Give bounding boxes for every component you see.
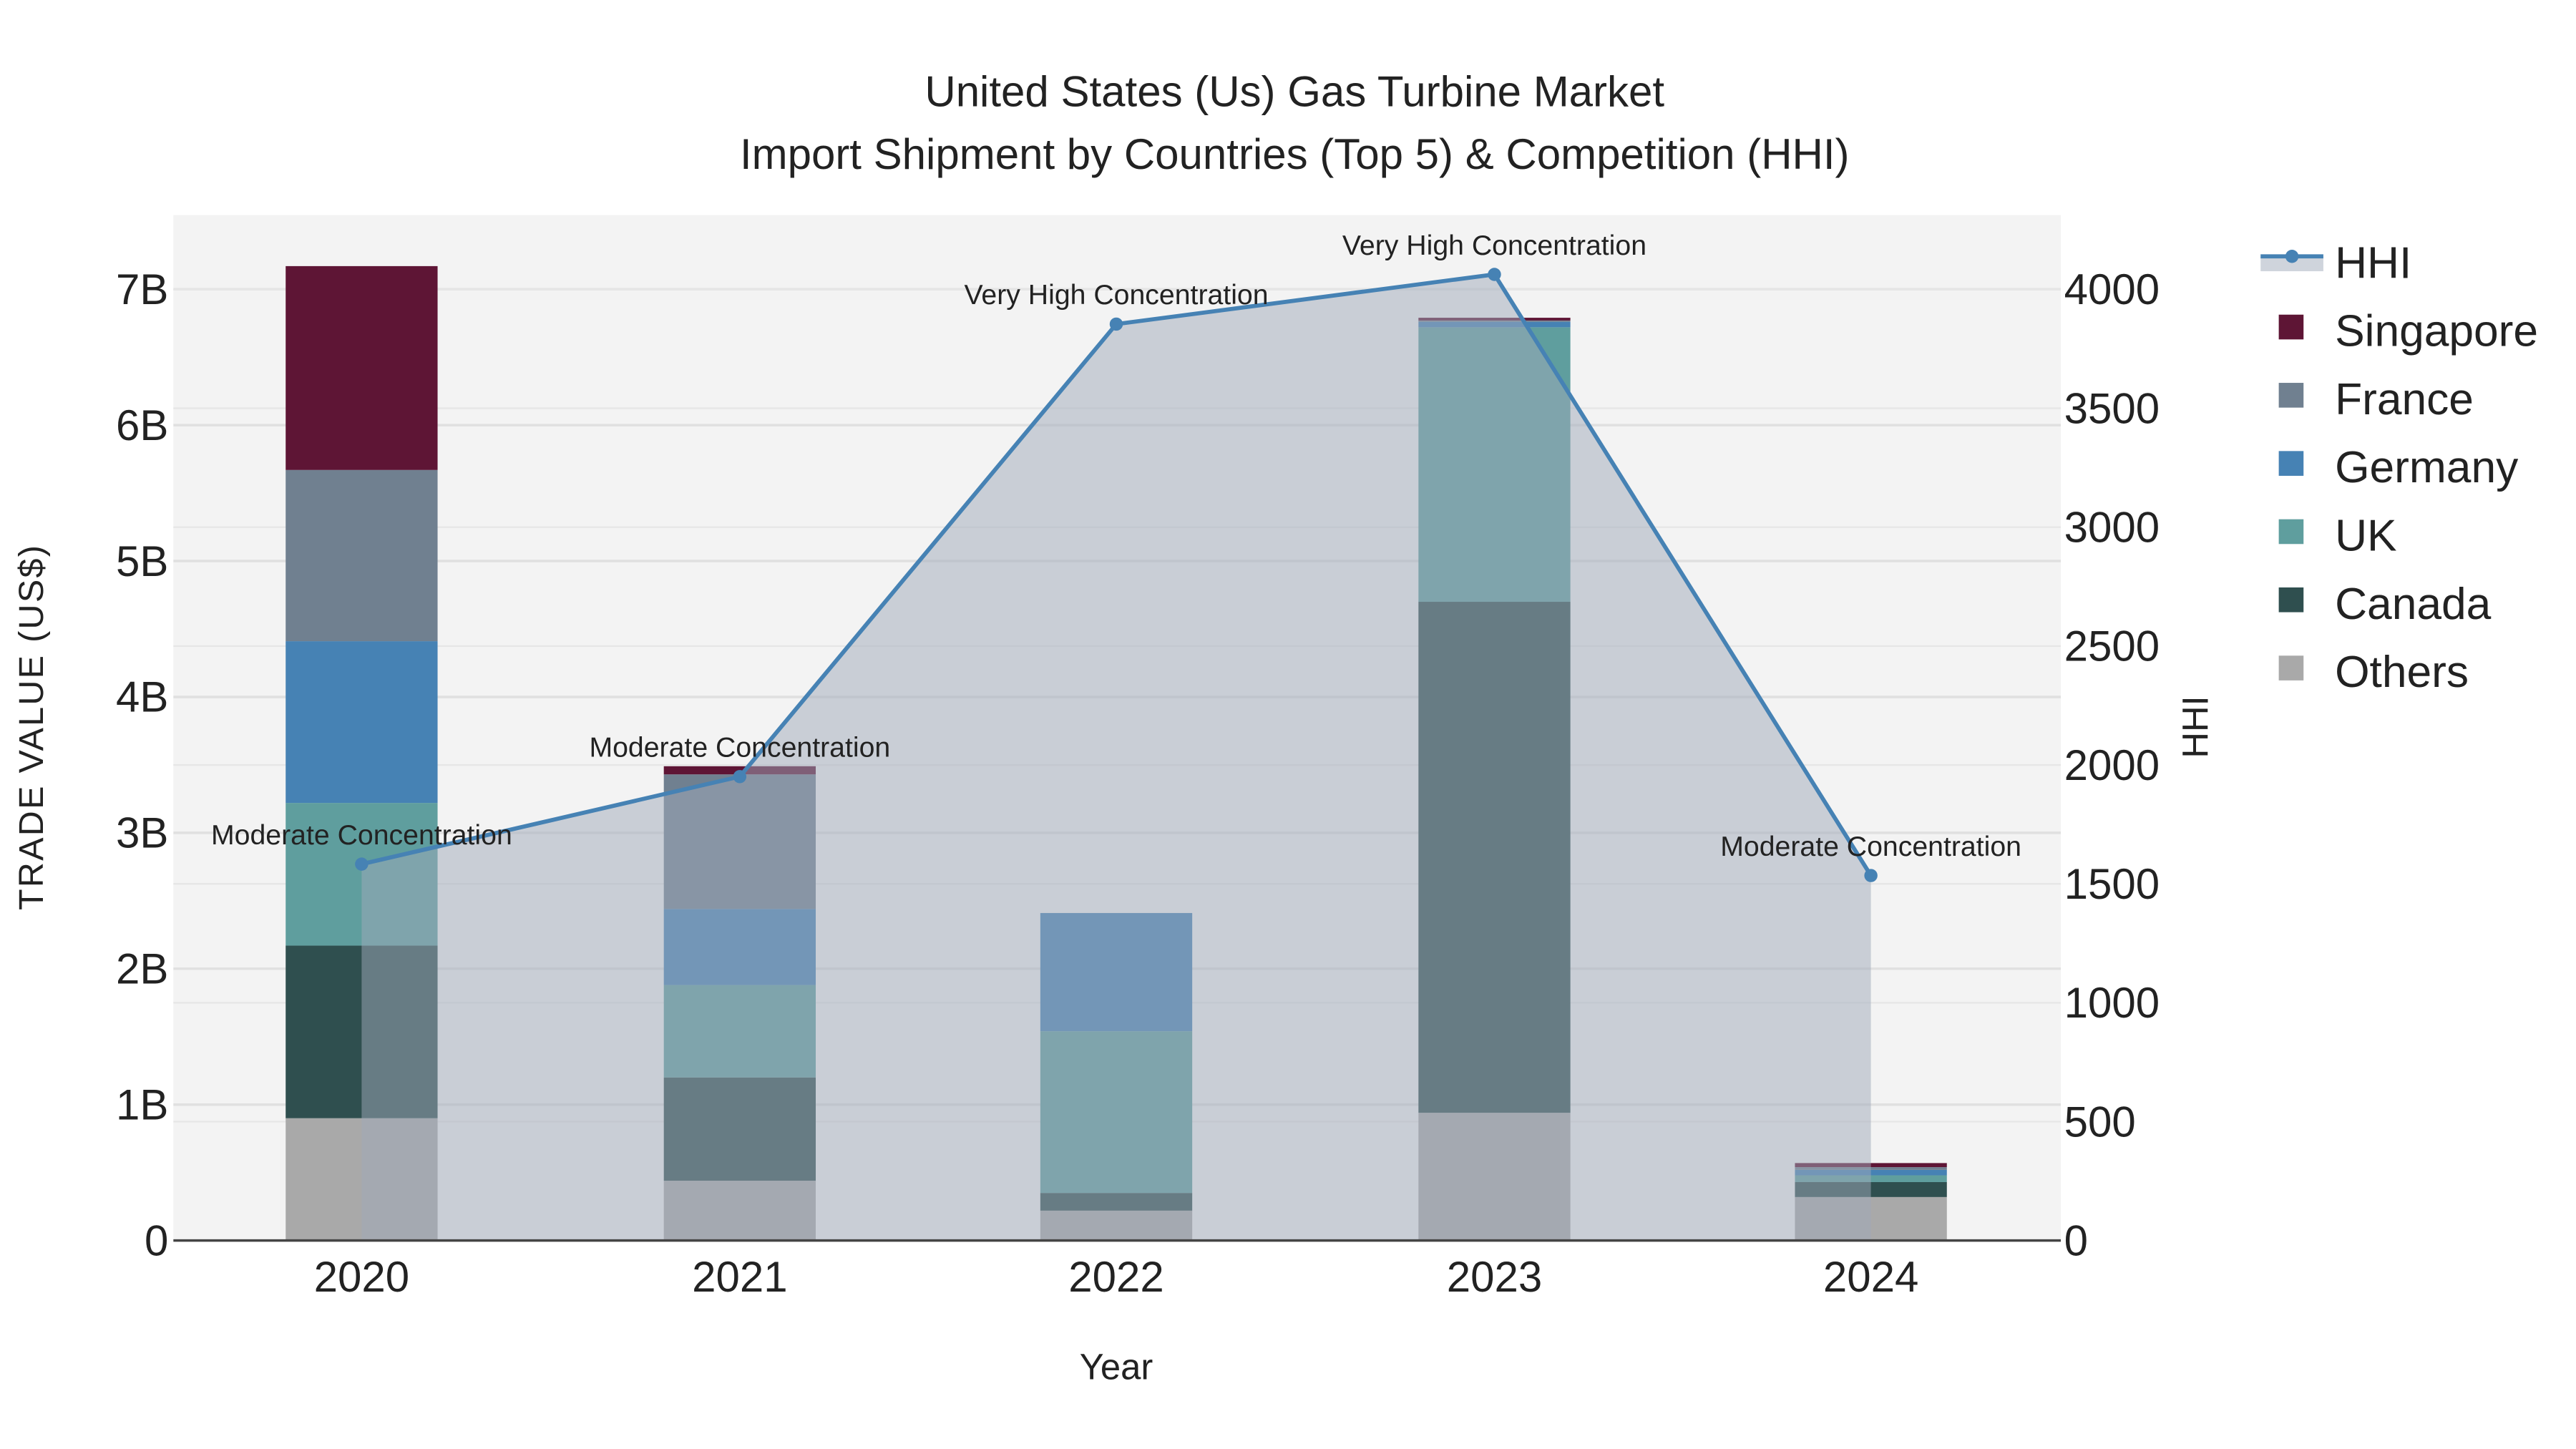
hhi-annotation: Very High Concentration [964,279,1268,311]
y2-tick-label: 1000 [2064,979,2160,1027]
x-tick-label: 2024 [1823,1253,1918,1301]
hhi-point-2022 [1109,317,1123,331]
y2-axis-label: HHI [2175,696,2215,758]
legend-swatch-uk [2278,519,2304,545]
legend-swatch-others [2278,655,2304,680]
hhi-point-2023 [1488,268,1501,281]
bar-germany-2020 [286,641,438,804]
y-tick-label: 3B [116,809,168,857]
hhi-point-2020 [355,857,369,871]
x-tick-label: 2020 [314,1253,409,1301]
legend-label-france: France [2335,375,2474,424]
hhi-annotation: Moderate Concentration [211,819,512,851]
y-tick-label: 5B [116,537,168,585]
y-tick-label: 0 [145,1216,168,1264]
y2-tick-label: 0 [2064,1216,2088,1264]
hhi-annotation: Moderate Concentration [1720,831,2021,862]
legend-label-hhi: HHI [2335,238,2411,288]
x-tick-label: 2023 [1447,1253,1542,1301]
y-axis-ticks: 0 1B 2B 3B 4B 5B 6B 7B [116,265,168,1264]
y2-tick-label: 500 [2064,1098,2136,1146]
y2-tick-label: 2000 [2064,741,2160,789]
legend-label-singapore: Singapore [2335,307,2538,356]
y2-axis-ticks: 0 500 1000 1500 2000 2500 3000 3500 4000 [2064,265,2160,1264]
legend: HHI Singapore France Germany UK Canada Others [2260,238,2538,697]
y-tick-label: 1B [116,1081,168,1129]
legend-swatch-canada [2278,587,2304,613]
legend-label-germany: Germany [2335,443,2519,492]
y2-tick-label: 1500 [2064,860,2160,908]
chart-title: United States (Us) Gas Turbine Market [924,67,1664,115]
legend-swatch-france [2278,383,2304,408]
hhi-annotation: Very High Concentration [1342,230,1646,261]
y2-tick-label: 3500 [2064,384,2160,432]
legend-label-canada: Canada [2335,580,2492,629]
x-axis-ticks: 2020 2021 2022 2023 2024 [314,1253,1919,1301]
y2-tick-label: 3000 [2064,504,2160,552]
y-tick-label: 6B [116,401,168,449]
hhi-point-2024 [1864,869,1878,882]
legend-label-uk: UK [2335,512,2397,561]
chart-subtitle: Import Shipment by Countries (Top 5) & C… [740,130,1850,178]
y-tick-label: 4B [116,673,168,721]
hhi-annotation: Moderate Concentration [589,732,890,763]
x-tick-label: 2022 [1068,1253,1163,1301]
y-tick-label: 2B [116,945,168,993]
y2-tick-label: 2500 [2064,623,2160,670]
y-axis-label: TRADE VALUE (US$) [12,544,51,910]
hhi-point-2021 [733,770,747,784]
x-tick-label: 2021 [692,1253,787,1301]
legend-label-others: Others [2335,648,2469,697]
legend-swatch-singapore [2278,314,2304,340]
y2-tick-label: 4000 [2064,265,2160,313]
y-tick-label: 7B [116,265,168,313]
x-axis-label: Year [1080,1347,1153,1387]
chart: United States (Us) Gas Turbine Market Im… [12,67,2538,1387]
legend-swatch-germany [2278,451,2304,476]
legend-hhi-marker [2285,250,2299,263]
bar-france-2020 [286,469,438,642]
bar-singapore-2020 [286,265,438,470]
